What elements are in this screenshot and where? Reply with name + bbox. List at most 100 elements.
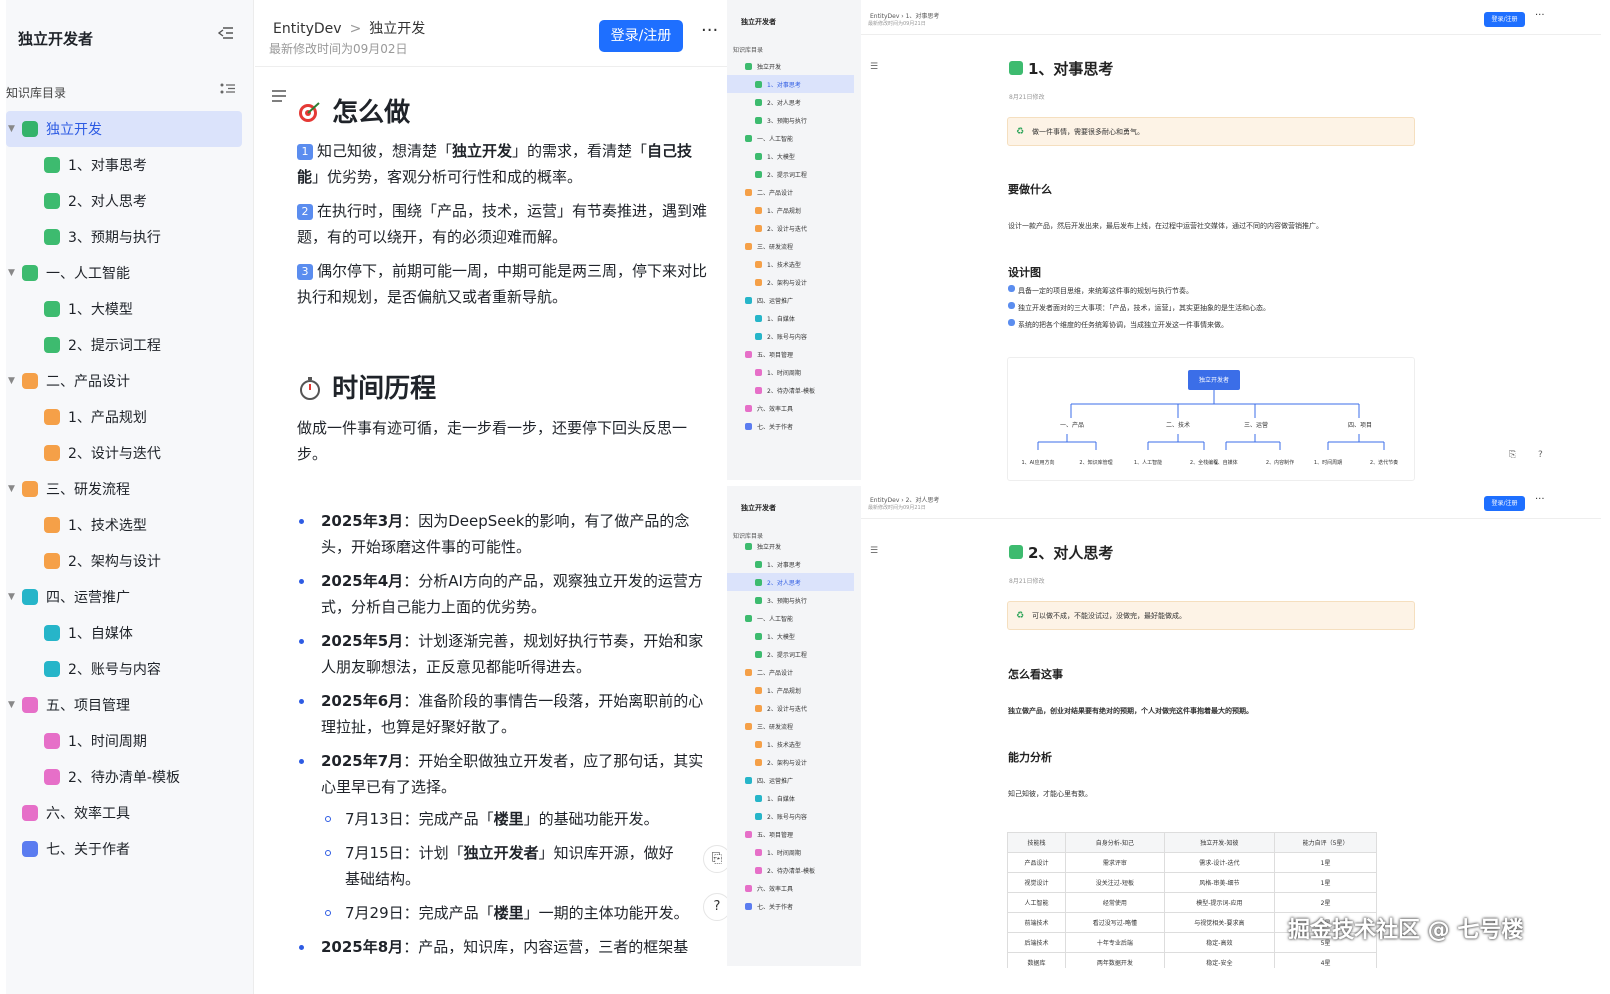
mini-sidebar-item[interactable]: 三、研发流程 <box>727 717 861 735</box>
mini-sidebar-item[interactable]: 五、项目管理 <box>727 345 861 363</box>
sidebar-item[interactable]: ▼ 一、人工智能 <box>6 255 253 291</box>
mini-sidebar-item[interactable]: 1、自媒体 <box>727 309 861 327</box>
sidebar-item[interactable]: ▼ 五、项目管理 <box>6 687 253 723</box>
mini-sidebar-item[interactable]: 1、对事思考 <box>727 555 861 573</box>
outline-list-icon[interactable] <box>220 82 236 100</box>
mini-sidebar-label: 四、运营推广 <box>757 777 794 785</box>
mini-sidebar-item[interactable]: 1、产品规划 <box>727 201 861 219</box>
mini-sidebar-item[interactable]: 1、对事思考 <box>727 75 854 93</box>
login-button[interactable]: 登录/注册 <box>1484 496 1525 511</box>
mini-sidebar-item[interactable]: 2、对人思考 <box>727 93 861 111</box>
expand-caret-icon[interactable]: ▼ <box>8 376 15 386</box>
mini-sidebar-item[interactable]: 1、技术选型 <box>727 735 861 753</box>
mini-sidebar-item[interactable]: 2、架构与设计 <box>727 753 861 771</box>
mini-sidebar-item[interactable]: 3、预期与执行 <box>727 591 861 609</box>
mini-sidebar-item[interactable]: 六、效率工具 <box>727 879 861 897</box>
copy-link-icon[interactable]: ⎘ <box>1509 450 1516 460</box>
mini-sidebar-item[interactable]: 2、架构与设计 <box>727 273 861 291</box>
expand-caret-icon[interactable]: ▼ <box>8 700 15 710</box>
more-options-icon[interactable]: ··· <box>1535 10 1545 21</box>
mini-sidebar-item[interactable]: 1、自媒体 <box>727 789 861 807</box>
mini-sidebar-item[interactable]: 四、运营推广 <box>727 771 861 789</box>
sidebar-item[interactable]: 2、提示词工程 <box>6 327 253 363</box>
sidebar-item-label: 3、预期与执行 <box>68 230 161 246</box>
breadcrumb[interactable]: EntityDev › 1、对事思考 <box>870 11 939 20</box>
mini-sidebar-item[interactable]: 2、提示词工程 <box>727 165 861 183</box>
mini-sidebar-item[interactable]: 2、账号与内容 <box>727 807 861 825</box>
mini-sidebar-item[interactable]: 2、提示词工程 <box>727 645 861 663</box>
page-icon <box>755 98 762 106</box>
help-icon[interactable]: ? <box>703 893 727 921</box>
mini-sidebar-item[interactable]: 1、产品规划 <box>727 681 861 699</box>
more-options-icon[interactable]: ··· <box>701 20 718 41</box>
expand-caret-icon[interactable]: ▼ <box>8 268 15 278</box>
mini-sidebar-label: 独立开发 <box>757 543 782 551</box>
mini-sidebar-item[interactable]: 二、产品设计 <box>727 183 861 201</box>
sidebar-item[interactable]: ▼ 二、产品设计 <box>6 363 253 399</box>
diagram-root: 独立开发者 <box>1198 377 1229 384</box>
sidebar-item[interactable]: 2、设计与迭代 <box>6 435 253 471</box>
mini-sidebar-item[interactable]: 六、效率工具 <box>727 399 861 417</box>
table-cell: 看过没写过-略懂 <box>1065 912 1165 933</box>
sidebar-item[interactable]: ▼ 四、运营推广 <box>6 579 253 615</box>
page-icon <box>22 589 38 605</box>
sidebar-item[interactable]: 2、账号与内容 <box>6 651 253 687</box>
expand-caret-icon[interactable]: ▼ <box>8 124 15 134</box>
mini-sidebar-item[interactable]: 七、关于作者 <box>727 897 861 915</box>
sidebar-item[interactable]: 1、产品规划 <box>6 399 253 435</box>
modified-time: 最新修改时间为09月21日 <box>868 505 926 511</box>
collapse-sidebar-icon[interactable] <box>217 26 234 44</box>
breadcrumb[interactable]: EntityDev › 2、对人思考 <box>870 495 939 504</box>
mini-sidebar-item[interactable]: 一、人工智能 <box>727 129 861 147</box>
sidebar-item[interactable]: 七、关于作者 <box>6 831 253 867</box>
copy-link-icon[interactable]: ⎘ <box>703 845 727 873</box>
mini-sidebar-label: 1、技术选型 <box>767 741 801 749</box>
breadcrumb-root[interactable]: EntityDev <box>273 21 342 37</box>
mini-sidebar-item[interactable]: 2、对人思考 <box>727 573 854 591</box>
more-options-icon[interactable]: ··· <box>1535 494 1545 505</box>
sidebar-item-label: 1、自媒体 <box>68 626 133 642</box>
mini-sidebar-item[interactable]: 2、设计与迭代 <box>727 699 861 717</box>
expand-caret-icon[interactable]: ▼ <box>8 592 15 602</box>
sidebar-item[interactable]: 3、预期与执行 <box>6 219 253 255</box>
mini-sidebar-item[interactable]: 2、待办清单-模板 <box>727 861 861 879</box>
sidebar-item[interactable]: ▼ 三、研发流程 <box>6 471 253 507</box>
mini-sidebar-label: 1、时间周期 <box>767 849 801 857</box>
mini-sidebar-item[interactable]: 独立开发 <box>727 537 861 555</box>
sidebar-item[interactable]: 六、效率工具 <box>6 795 253 831</box>
breadcrumb-current[interactable]: 独立开发 <box>369 21 425 37</box>
toc-menu-icon[interactable]: ☰ <box>870 546 878 556</box>
sidebar-item[interactable]: 2、对人思考 <box>6 183 253 219</box>
sidebar-item[interactable]: 1、自媒体 <box>6 615 253 651</box>
mini-sidebar-item[interactable]: 七、关于作者 <box>727 417 861 435</box>
toc-menu-icon[interactable]: ☰ <box>870 62 878 72</box>
expand-caret-icon[interactable]: ▼ <box>8 484 15 494</box>
mini-sidebar-item[interactable]: 2、待办清单-模板 <box>727 381 861 399</box>
mini-sidebar-item[interactable]: 2、设计与迭代 <box>727 219 861 237</box>
toc-menu-icon[interactable] <box>271 88 287 107</box>
login-button[interactable]: 登录/注册 <box>1484 12 1525 27</box>
mini-sidebar-item[interactable]: 二、产品设计 <box>727 663 861 681</box>
mini-sidebar-item[interactable]: 2、账号与内容 <box>727 327 861 345</box>
mini-sidebar-item[interactable]: 1、大模型 <box>727 627 861 645</box>
sidebar-item[interactable]: 1、技术选型 <box>6 507 253 543</box>
sidebar-item[interactable]: 2、待办清单-模板 <box>6 759 253 795</box>
mini-sidebar-item[interactable]: 三、研发流程 <box>727 237 861 255</box>
mini-sidebar-item[interactable]: 四、运营推广 <box>727 291 861 309</box>
heading-ability: 能力分析 <box>1008 751 1052 764</box>
mini-sidebar-item[interactable]: 1、时间周期 <box>727 843 861 861</box>
help-icon[interactable]: ? <box>1538 450 1543 460</box>
mini-sidebar-item[interactable]: 五、项目管理 <box>727 825 861 843</box>
sidebar-item[interactable]: 2、架构与设计 <box>6 543 253 579</box>
mini-sidebar-item[interactable]: 1、技术选型 <box>727 255 861 273</box>
mini-sidebar-item[interactable]: 1、大模型 <box>727 147 861 165</box>
sidebar-item[interactable]: 1、对事思考 <box>6 147 253 183</box>
sidebar-item[interactable]: 1、大模型 <box>6 291 253 327</box>
mini-sidebar-item[interactable]: 1、时间周期 <box>727 363 861 381</box>
login-button[interactable]: 登录/注册 <box>599 20 683 52</box>
sidebar-item[interactable]: ▼ 独立开发 <box>6 111 242 147</box>
mini-sidebar-item[interactable]: 独立开发 <box>727 57 861 75</box>
mini-sidebar-item[interactable]: 3、预期与执行 <box>727 111 861 129</box>
mini-sidebar-item[interactable]: 一、人工智能 <box>727 609 861 627</box>
sidebar-item[interactable]: 1、时间周期 <box>6 723 253 759</box>
